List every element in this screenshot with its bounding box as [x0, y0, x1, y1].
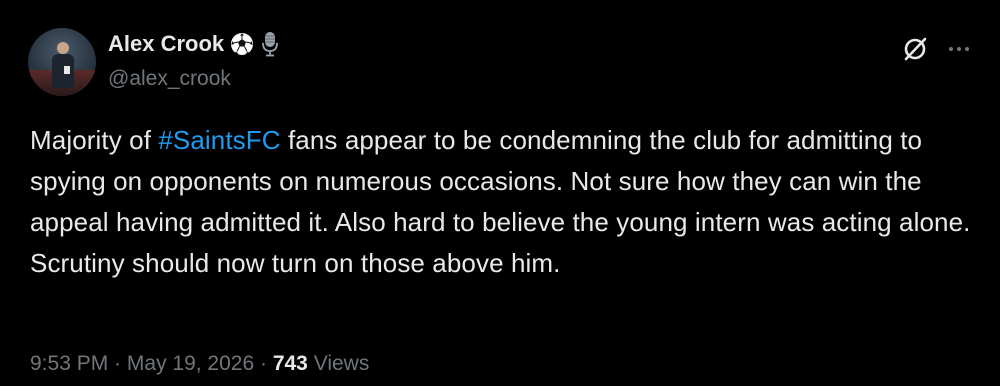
tweet-time[interactable]: 9:53 PM — [30, 352, 108, 375]
more-icon[interactable] — [944, 34, 974, 64]
avatar-head — [57, 42, 69, 54]
tweet-meta: 9:53 PM · May 19, 2026 · 743 Views — [30, 350, 369, 378]
tweet-card: Alex Crook @alex_crook Majority of #Sain… — [0, 0, 1000, 386]
more-dot — [957, 47, 961, 51]
views-label: Views — [307, 352, 370, 375]
author-name-row: Alex Crook — [108, 30, 280, 58]
microphone-icon — [260, 31, 280, 57]
author-name[interactable]: Alex Crook — [108, 30, 224, 58]
meta-separator: · — [108, 352, 127, 375]
avatar-figure — [52, 54, 74, 88]
tweet-text: Majority of #SaintsFC fans appear to be … — [30, 120, 975, 284]
avatar[interactable] — [28, 28, 96, 96]
more-dot — [965, 47, 969, 51]
avatar-badge — [64, 66, 70, 74]
tweet-date[interactable]: May 19, 2026 — [127, 352, 254, 375]
author-handle[interactable]: @alex_crook — [108, 66, 231, 92]
soccer-ball-icon — [230, 32, 254, 56]
grok-icon[interactable] — [900, 34, 930, 64]
tweet-text-start: Majority of — [30, 125, 159, 155]
more-dot — [949, 47, 953, 51]
views-count[interactable]: 743 — [273, 352, 308, 375]
hashtag-link[interactable]: #SaintsFC — [158, 125, 280, 155]
meta-separator: · — [254, 352, 273, 375]
